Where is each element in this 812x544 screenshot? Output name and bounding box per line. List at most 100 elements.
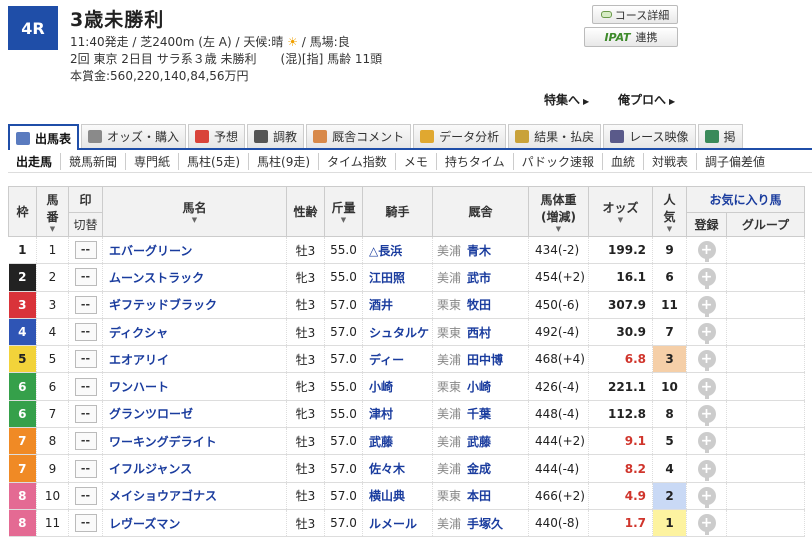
mark-select[interactable]: --: [74, 323, 97, 342]
horse-name-link[interactable]: レヴーズマン: [102, 509, 287, 538]
favorite-register-cell[interactable]: +: [686, 509, 727, 538]
mark-select[interactable]: --: [74, 486, 97, 505]
trainer-link[interactable]: 武市: [467, 271, 491, 285]
mark-select[interactable]: --: [74, 295, 97, 314]
mark-select[interactable]: --: [74, 404, 97, 423]
mark-cell[interactable]: --: [68, 509, 103, 538]
subnav-item[interactable]: タイム指数: [318, 153, 395, 170]
mark-select[interactable]: --: [74, 241, 97, 260]
course-detail-button[interactable]: コース詳細: [592, 5, 678, 24]
favorite-register-cell[interactable]: +: [686, 372, 727, 401]
add-favorite-icon[interactable]: +: [697, 404, 716, 426]
mark-cell[interactable]: --: [68, 454, 103, 483]
favorite-register-cell[interactable]: +: [686, 482, 727, 510]
tab-1[interactable]: 出馬表: [8, 124, 80, 150]
tab-3[interactable]: 予想: [188, 124, 246, 148]
tab-5[interactable]: 厩舎コメント: [306, 124, 412, 148]
favorite-register-cell[interactable]: +: [686, 263, 727, 292]
add-favorite-icon[interactable]: +: [697, 514, 716, 536]
jockey-link[interactable]: 佐々木: [362, 454, 433, 483]
jockey-link[interactable]: 武藤: [362, 427, 433, 456]
favorite-register-cell[interactable]: +: [686, 454, 727, 483]
mark-cell[interactable]: --: [68, 372, 103, 401]
add-favorite-icon[interactable]: +: [697, 350, 716, 372]
tab-8[interactable]: レース映像: [603, 124, 696, 148]
trainer-link[interactable]: 金成: [467, 462, 491, 476]
subnav-item[interactable]: 対戦表: [642, 153, 696, 170]
jockey-link[interactable]: 酒井: [362, 291, 433, 319]
add-favorite-icon[interactable]: +: [697, 295, 716, 317]
horse-name-link[interactable]: ワンハート: [102, 372, 287, 401]
horse-name-link[interactable]: グランツローゼ: [102, 400, 287, 429]
mark-select[interactable]: --: [74, 377, 97, 396]
header-horse[interactable]: 馬名 ▼: [102, 186, 287, 237]
favorite-register-cell[interactable]: +: [686, 318, 727, 347]
tab-4[interactable]: 調教: [247, 124, 305, 148]
ipat-link-button[interactable]: IPAT 連携: [584, 27, 678, 47]
trainer-link[interactable]: 千葉: [467, 407, 491, 421]
header-umaban[interactable]: 馬番 ▼: [36, 186, 69, 237]
horse-name-link[interactable]: ムーンストラック: [102, 263, 287, 292]
header-popularity[interactable]: 人気 ▼: [652, 186, 687, 237]
subnav-item[interactable]: 競馬新聞: [60, 153, 125, 170]
horse-name-link[interactable]: エバーグリーン: [102, 236, 287, 265]
add-favorite-icon[interactable]: +: [697, 377, 716, 399]
subnav-item[interactable]: 持ちタイム: [435, 153, 513, 170]
my-pro-link[interactable]: 俺プロへ ▶: [618, 91, 675, 108]
trainer-link[interactable]: 西村: [467, 326, 491, 340]
mark-select[interactable]: --: [74, 268, 97, 287]
horse-name-link[interactable]: メイショウアゴナス: [102, 482, 287, 510]
subnav-item[interactable]: 専門紙: [125, 153, 178, 170]
jockey-link[interactable]: 津村: [362, 400, 433, 429]
trainer-link[interactable]: 武藤: [467, 435, 491, 449]
trainer-link[interactable]: 田中博: [467, 353, 503, 367]
mark-cell[interactable]: --: [68, 291, 103, 319]
favorite-register-cell[interactable]: +: [686, 345, 727, 374]
add-favorite-icon[interactable]: +: [697, 241, 716, 263]
subnav-item[interactable]: 血統: [601, 153, 643, 170]
subnav-item[interactable]: 馬柱(9走): [248, 153, 318, 170]
mark-select[interactable]: --: [74, 459, 97, 478]
mark-cell[interactable]: --: [68, 427, 103, 456]
trainer-link[interactable]: 本田: [467, 489, 491, 503]
mark-select[interactable]: --: [74, 350, 97, 369]
favorite-register-cell[interactable]: +: [686, 291, 727, 319]
subnav-item[interactable]: メモ: [394, 153, 436, 170]
header-body-weight[interactable]: 馬体重 (増減) ▼: [528, 186, 589, 237]
add-favorite-icon[interactable]: +: [697, 323, 716, 345]
jockey-link[interactable]: ルメール: [362, 509, 433, 538]
mark-cell[interactable]: --: [68, 400, 103, 429]
mark-select[interactable]: --: [74, 432, 97, 451]
horse-name-link[interactable]: イフルジャンス: [102, 454, 287, 483]
subnav-item[interactable]: 馬柱(5走): [178, 153, 248, 170]
trainer-link[interactable]: 青木: [467, 244, 491, 258]
mark-toggle-button[interactable]: 切替: [68, 212, 103, 237]
mark-cell[interactable]: --: [68, 345, 103, 374]
jockey-link[interactable]: ディー: [362, 345, 433, 374]
header-weight[interactable]: 斤量 ▼: [324, 186, 363, 237]
subnav-item[interactable]: 出走馬: [8, 153, 60, 170]
tab-7[interactable]: 結果・払戻: [508, 124, 602, 148]
subnav-item[interactable]: パドック速報: [512, 153, 602, 170]
jockey-link[interactable]: 横山典: [362, 482, 433, 510]
add-favorite-icon[interactable]: +: [697, 432, 716, 454]
jockey-link[interactable]: △長浜: [362, 236, 433, 265]
subnav-item[interactable]: 調子偏差値: [696, 153, 773, 170]
add-favorite-icon[interactable]: +: [697, 268, 716, 290]
add-favorite-icon[interactable]: +: [697, 486, 716, 508]
jockey-link[interactable]: 小崎: [362, 372, 433, 401]
favorite-register-cell[interactable]: +: [686, 400, 727, 429]
trainer-link[interactable]: 牧田: [467, 298, 491, 312]
tab-9[interactable]: 掲: [697, 124, 743, 148]
favorite-register-cell[interactable]: +: [686, 427, 727, 456]
trainer-link[interactable]: 小崎: [467, 380, 491, 394]
tab-6[interactable]: データ分析: [413, 124, 507, 148]
header-odds[interactable]: オッズ ▼: [588, 186, 653, 237]
mark-cell[interactable]: --: [68, 318, 103, 347]
jockey-link[interactable]: シュタルケ: [362, 318, 433, 347]
horse-name-link[interactable]: ワーキングデライト: [102, 427, 287, 456]
jockey-link[interactable]: 江田照: [362, 263, 433, 292]
trainer-link[interactable]: 手塚久: [467, 517, 503, 531]
mark-cell[interactable]: --: [68, 236, 103, 265]
add-favorite-icon[interactable]: +: [697, 459, 716, 481]
